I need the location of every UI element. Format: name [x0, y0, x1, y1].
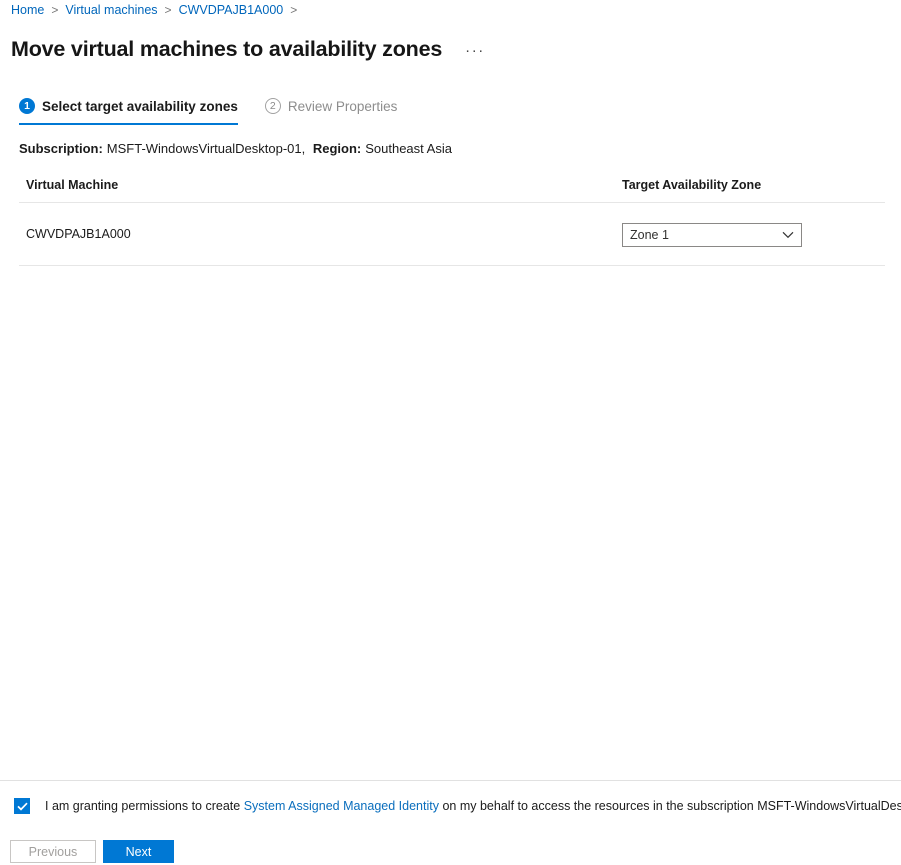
tab-step-number-badge: 2	[264, 98, 281, 114]
next-button[interactable]: Next	[103, 840, 174, 863]
subscription-region-line: Subscription: MSFT-WindowsVirtualDesktop-…	[19, 141, 452, 156]
footer-divider	[0, 780, 901, 781]
page-title: Move virtual machines to availability zo…	[11, 37, 443, 62]
breadcrumb: Home > Virtual machines > CWVDPAJB1A000 …	[11, 1, 304, 19]
breadcrumb-separator-icon: >	[51, 3, 59, 17]
consent-row: I am granting permissions to create Syst…	[14, 796, 901, 816]
tab-label: Select target availability zones	[42, 98, 238, 114]
consent-text: I am granting permissions to create Syst…	[45, 796, 901, 816]
more-options-icon[interactable]: ···	[465, 43, 485, 58]
consent-text-before-link: I am granting permissions to create	[45, 799, 241, 813]
breadcrumb-item-vm-name[interactable]: CWVDPAJB1A000	[179, 3, 284, 17]
tab-review-properties[interactable]: 2 Review Properties	[264, 98, 398, 123]
consent-checkbox[interactable]	[14, 798, 30, 814]
region-value: Southeast Asia	[365, 141, 452, 156]
breadcrumb-separator-icon: >	[164, 3, 172, 17]
target-zone-selected-value: Zone 1	[630, 228, 669, 242]
region-label: Region:	[312, 141, 362, 156]
breadcrumb-separator-icon: >	[290, 3, 298, 17]
cell-virtual-machine-name: CWVDPAJB1A000	[26, 227, 131, 241]
move-vm-availability-zones-page: Home > Virtual machines > CWVDPAJB1A000 …	[0, 0, 901, 865]
table-header: Virtual Machine Target Availability Zone	[19, 178, 885, 202]
tab-select-target-availability-zones[interactable]: 1 Select target availability zones	[19, 98, 238, 125]
footer-buttons: Previous Next	[10, 840, 174, 863]
tab-label: Review Properties	[287, 98, 398, 114]
previous-button[interactable]: Previous	[10, 840, 96, 863]
table-row: CWVDPAJB1A000 Zone 1	[19, 203, 885, 265]
column-header-target-availability-zone: Target Availability Zone	[622, 178, 762, 192]
system-assigned-managed-identity-link[interactable]: System Assigned Managed Identity	[244, 799, 439, 813]
column-header-virtual-machine: Virtual Machine	[26, 178, 119, 192]
table-row-divider	[19, 265, 885, 266]
breadcrumb-item-virtual-machines[interactable]: Virtual machines	[65, 3, 157, 17]
subscription-label: Subscription:	[19, 141, 103, 156]
title-row: Move virtual machines to availability zo…	[11, 23, 485, 77]
target-zone-dropdown[interactable]: Zone 1	[622, 223, 802, 247]
consent-text-after-link: on my behalf to access the resources in …	[442, 799, 901, 813]
breadcrumb-item-home[interactable]: Home	[11, 3, 44, 17]
chevron-down-icon	[775, 231, 801, 239]
subscription-value: MSFT-WindowsVirtualDesktop-01,	[106, 141, 306, 156]
tab-step-number-badge: 1	[19, 98, 35, 114]
wizard-tabs: 1 Select target availability zones 2 Rev…	[19, 98, 397, 125]
